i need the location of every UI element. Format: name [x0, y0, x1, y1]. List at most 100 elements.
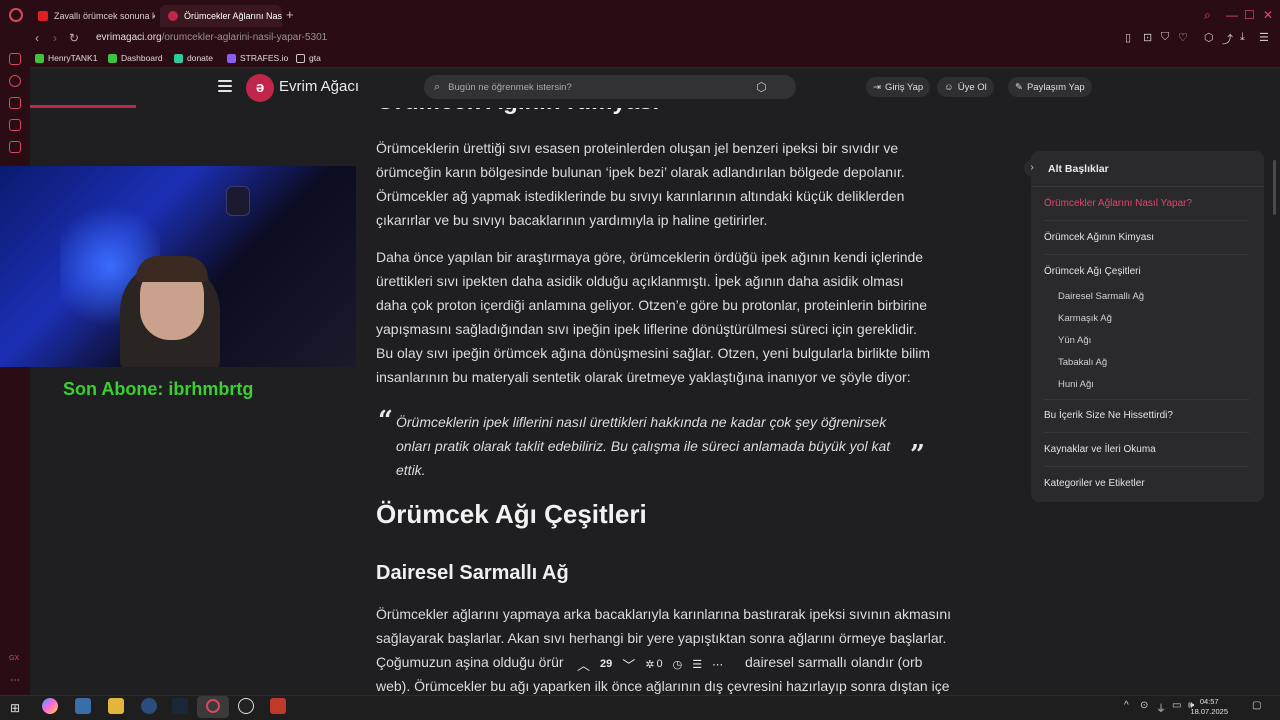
extensions-icon[interactable]: ⬡: [1204, 31, 1214, 44]
reader-icon[interactable]: ▯: [1125, 31, 1131, 44]
new-tab-plus-icon[interactable]: +: [286, 7, 294, 22]
sidebar-history-icon[interactable]: [9, 75, 21, 87]
sidebar-more-icon[interactable]: ⋯: [10, 675, 20, 686]
heart-icon[interactable]: ♡: [1178, 31, 1188, 44]
app-icon[interactable]: [141, 698, 157, 714]
minimize-icon[interactable]: —: [1226, 8, 1238, 22]
toc-divider: [1044, 220, 1249, 221]
bookmark-henrytank[interactable]: HenryTANK1: [35, 53, 97, 63]
obs-icon[interactable]: [238, 698, 254, 714]
share-post-label: Paylaşım Yap: [1026, 81, 1085, 93]
toc-subitem[interactable]: Karmaşık Ağ: [1058, 313, 1112, 324]
app-red-icon[interactable]: [270, 698, 286, 714]
tab-title: Zavallı örümcek sonuna k: [54, 11, 155, 21]
steam-icon[interactable]: [172, 698, 188, 714]
brand-name[interactable]: Evrim Ağacı: [279, 78, 359, 95]
list-icon[interactable]: ☰: [692, 658, 702, 671]
reading-progress-bar: [30, 105, 136, 108]
toc-subitem[interactable]: Huni Ağı: [1058, 379, 1094, 390]
login-icon: ⇥: [873, 81, 881, 93]
toc-item[interactable]: Örümcek Ağı Çeşitleri: [1044, 266, 1141, 277]
bookmark-label: HenryTANK1: [48, 53, 98, 63]
downvote-icon[interactable]: ﹀: [622, 655, 635, 674]
toc-divider: [1044, 399, 1249, 400]
bookmark-label: Dashboard: [121, 53, 163, 63]
upvote-icon[interactable]: ︿: [577, 655, 590, 674]
chandelier: [226, 186, 250, 216]
back-icon[interactable]: ‹: [35, 31, 39, 45]
bookmark-donate[interactable]: donate: [174, 53, 213, 63]
history-icon[interactable]: ◷: [673, 658, 683, 671]
article-action-bar: ︿ 29 ﹀ ✲ 0 ◷ ☰ ⋯: [565, 650, 745, 678]
page-scrollbar[interactable]: [1273, 160, 1276, 215]
search-input[interactable]: [448, 81, 749, 93]
users-icon: ☺: [944, 81, 954, 93]
windows-start-icon[interactable]: ⊞: [10, 701, 20, 715]
toc-subitem[interactable]: Dairesel Sarmallı Ağ: [1058, 291, 1144, 302]
share-post-button[interactable]: ✎ Paylaşım Yap: [1008, 77, 1092, 97]
clock-date: 18.07.2025: [1190, 707, 1228, 716]
tray-chevron-icon[interactable]: ^: [1124, 700, 1129, 711]
kick-icon: [108, 53, 117, 63]
forward-icon[interactable]: ›: [53, 31, 57, 45]
tray-app-icon[interactable]: ⊙: [1140, 700, 1148, 711]
bookmark-dashboard[interactable]: Dashboard: [108, 53, 163, 63]
kick-icon: [35, 53, 44, 63]
cube-icon[interactable]: ⬡: [756, 80, 766, 94]
blockquote: Örümceklerin ipek liflerini nasıl üretti…: [396, 414, 891, 478]
maximize-icon[interactable]: ☐: [1244, 8, 1255, 22]
youtube-icon: [38, 11, 48, 21]
toc-item[interactable]: Kaynaklar ve İleri Okuma: [1044, 444, 1156, 455]
sidebar-bag-icon[interactable]: [9, 97, 21, 109]
notifications-icon[interactable]: ▢: [1252, 700, 1261, 711]
reload-icon[interactable]: ↻: [69, 31, 79, 45]
sidebar-gx-icon[interactable]: GX: [9, 655, 19, 662]
bookmark-folder-gta[interactable]: gta: [296, 53, 321, 63]
more-icon[interactable]: ⋯: [712, 658, 723, 671]
sidebar-wallet-icon[interactable]: [9, 119, 21, 131]
bookmark-label: gta: [309, 53, 321, 63]
network-icon[interactable]: ▭: [1172, 700, 1181, 711]
tab-evrimagaci[interactable]: Örümcekler Ağlarını Nasıl: [160, 5, 282, 27]
toc-item[interactable]: Örümcekler Ağlarını Nasıl Yapar?: [1044, 198, 1192, 209]
tab-title: Örümcekler Ağlarını Nasıl: [184, 11, 282, 21]
reactions-icon[interactable]: ✲: [645, 658, 654, 671]
share-icon[interactable]: ⤴: [1222, 31, 1233, 47]
login-button[interactable]: ⇥ Giriş Yap: [866, 77, 931, 97]
search-tabs-icon[interactable]: ⌕: [1204, 8, 1211, 23]
close-icon[interactable]: ✕: [1263, 8, 1273, 22]
toc-item[interactable]: Örümcek Ağının Kimyası: [1044, 232, 1154, 243]
hamburger-menu-icon[interactable]: [218, 80, 232, 92]
paragraph-3-line-1: Örümcekler ağlarını yapmaya arka bacakla…: [376, 606, 952, 622]
search-bar[interactable]: ⌕ ⬡: [424, 75, 796, 99]
quote-open-icon: “: [378, 406, 393, 436]
toc-divider: [1044, 432, 1249, 433]
evrimagaci-logo-icon[interactable]: ə: [246, 74, 274, 102]
toc-item[interactable]: Kategoriler ve Etiketler: [1044, 478, 1145, 489]
toc-subitem[interactable]: Yün Ağı: [1058, 335, 1091, 346]
sidebar-workspace-icon[interactable]: [9, 53, 21, 65]
download-icon[interactable]: ⤓: [1240, 31, 1245, 44]
system-clock[interactable]: 04:57 18.07.2025: [1190, 697, 1228, 717]
chevron-right-icon[interactable]: ›: [1024, 160, 1040, 176]
snapshot-icon[interactable]: ⊡: [1143, 31, 1152, 44]
paragraph-3-line-3a: Çoğumuzun aşina olduğu örür: [376, 654, 564, 670]
opera-logo-icon[interactable]: [9, 8, 23, 22]
toc-item[interactable]: Bu İçerik Size Ne Hissettirdi?: [1044, 410, 1173, 421]
tab-youtube[interactable]: Zavallı örümcek sonuna k: [30, 5, 155, 27]
shield-icon[interactable]: ⛉: [1161, 31, 1169, 44]
tray-usb-icon[interactable]: ⏚: [1156, 700, 1166, 715]
webcam-overlay: [0, 166, 356, 367]
signup-button[interactable]: ☺ Üye Ol: [937, 77, 994, 97]
file-explorer-icon[interactable]: [108, 698, 124, 714]
menu-icon[interactable]: ☰: [1259, 31, 1269, 44]
url-field[interactable]: evrimagaci.org/orumcekler-aglarini-nasil…: [96, 32, 327, 43]
bookmark-label: STRAFES.io: [240, 53, 289, 63]
pen-icon: ✎: [1015, 81, 1023, 93]
copilot-icon[interactable]: [42, 698, 58, 714]
calculator-icon[interactable]: [75, 698, 91, 714]
sidebar-m-icon[interactable]: [9, 141, 21, 153]
toc-subitem[interactable]: Tabakalı Ağ: [1058, 357, 1107, 368]
bookmark-strafes[interactable]: STRAFES.io: [227, 53, 288, 63]
toc-divider: [1044, 254, 1249, 255]
